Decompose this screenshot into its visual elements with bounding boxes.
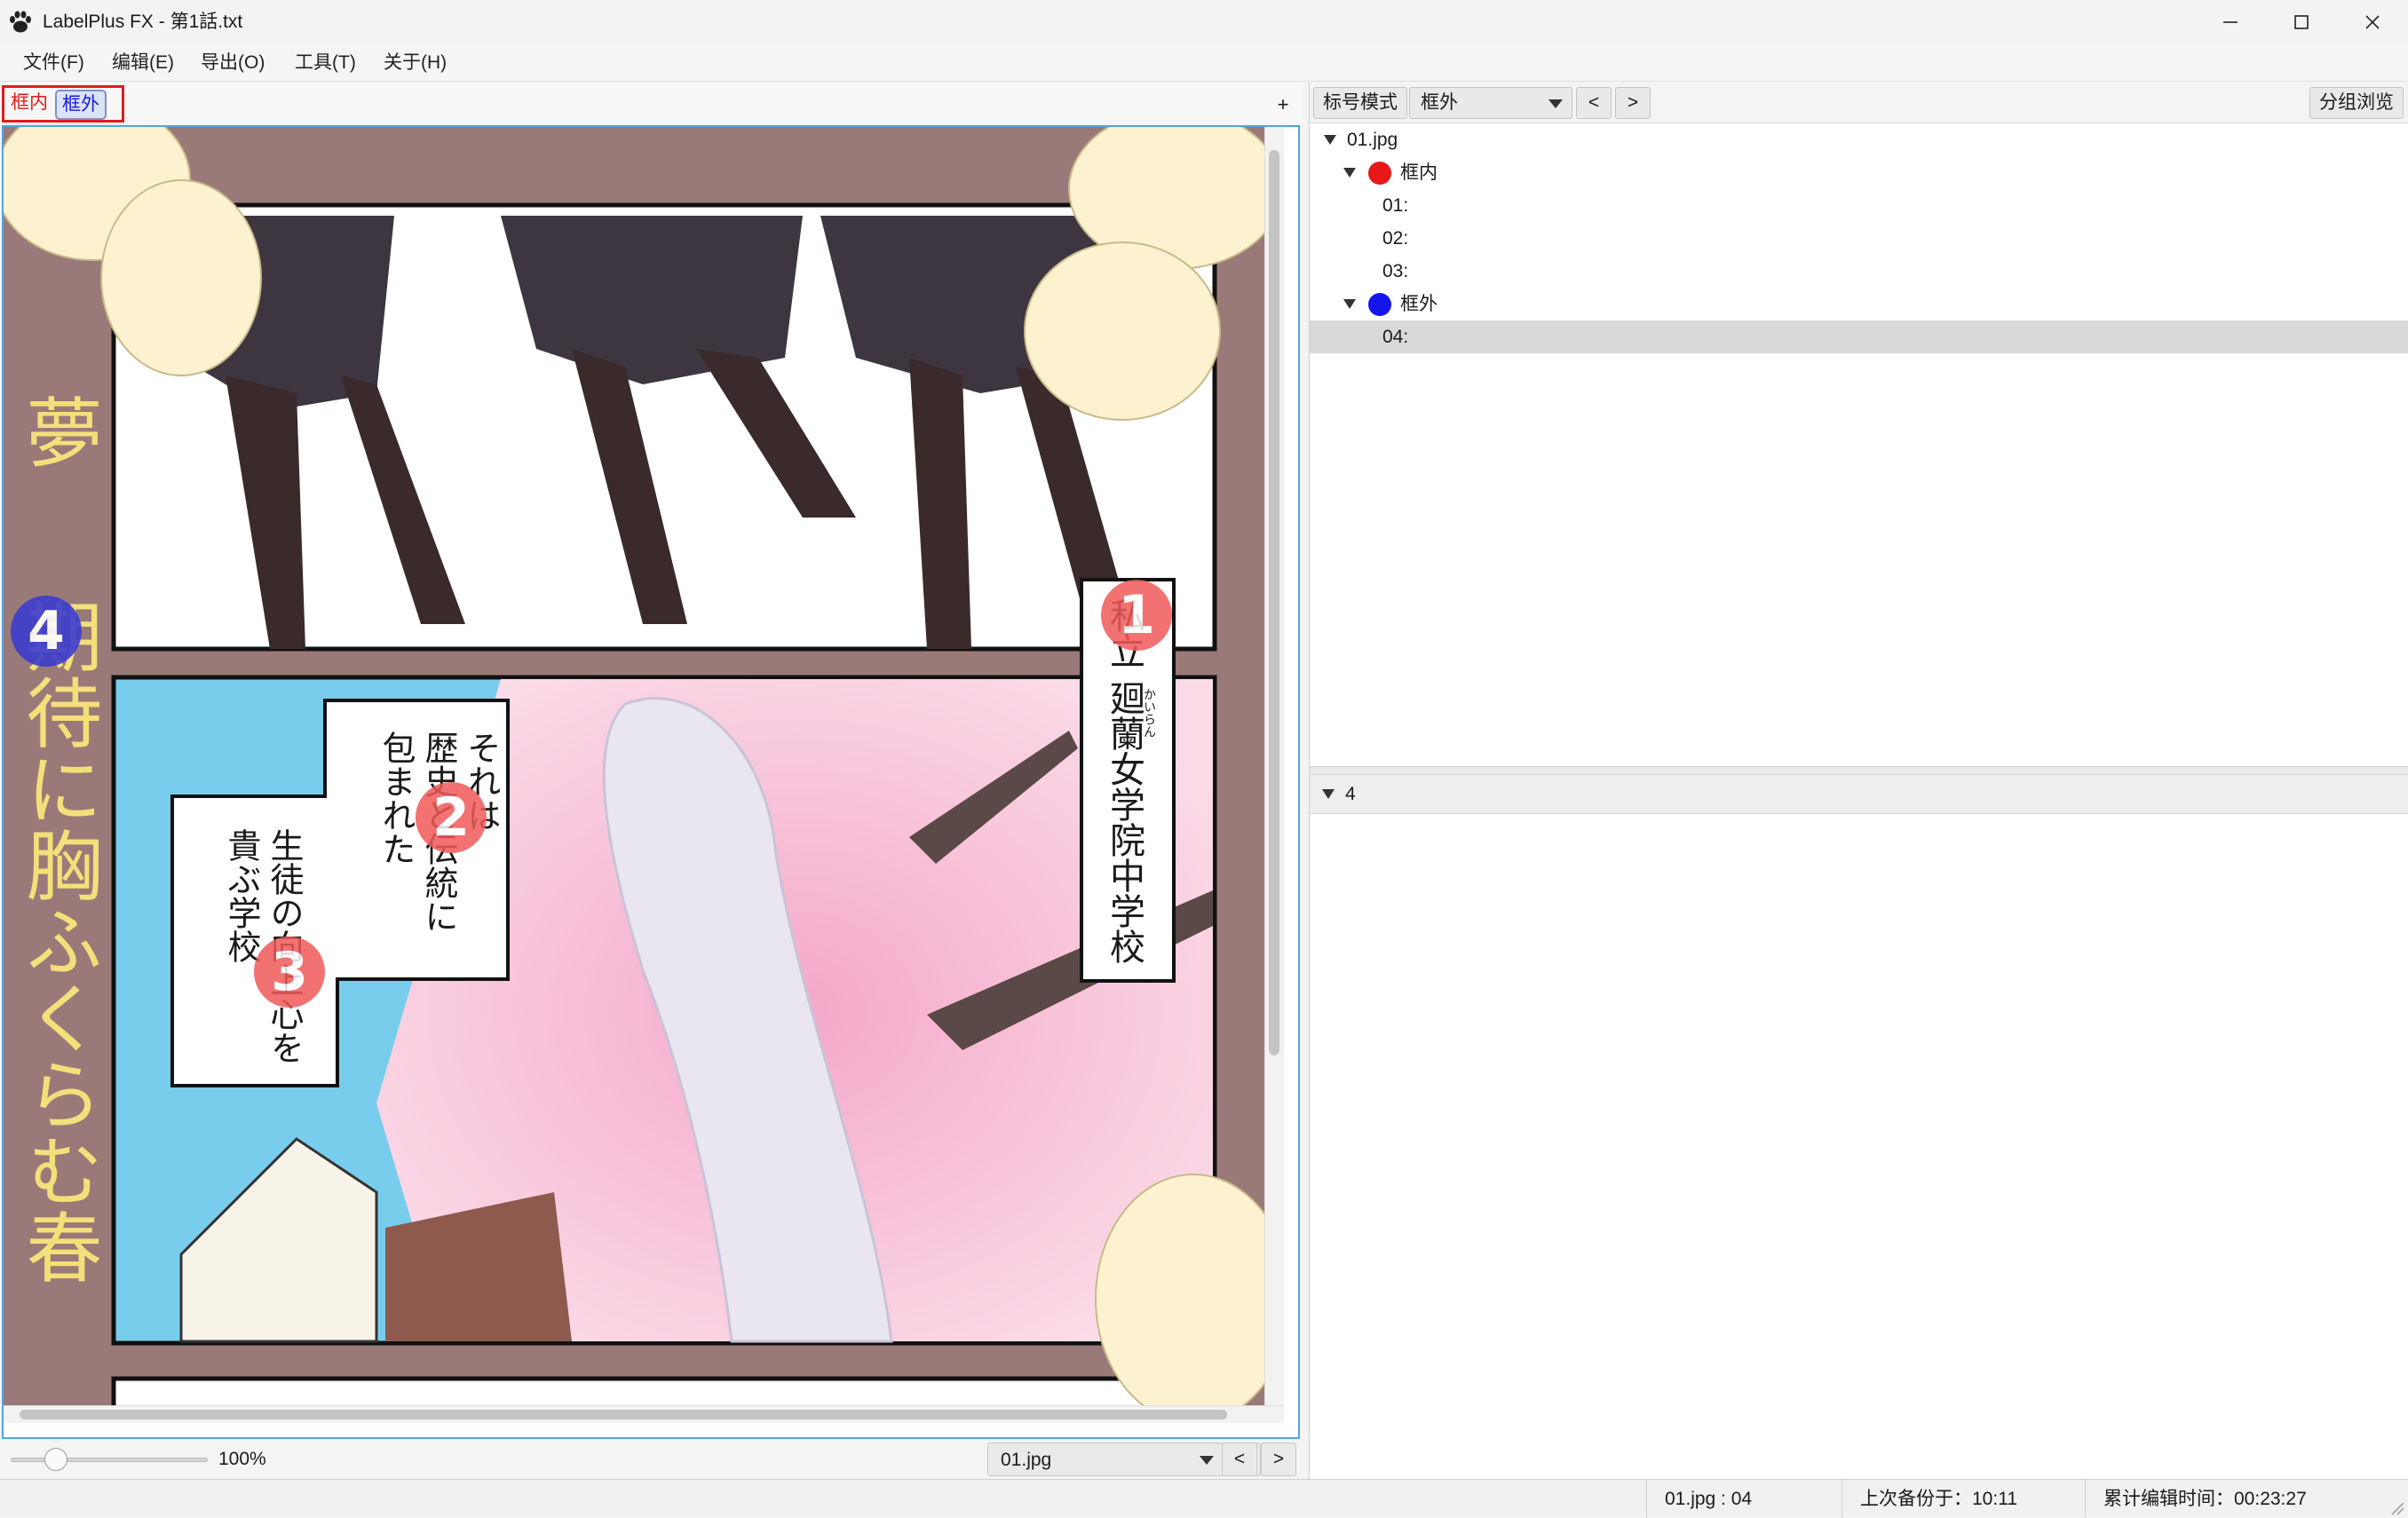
next-label-button[interactable]: > [1615,87,1651,119]
tree-node-label-01[interactable]: 01: [1310,189,2408,222]
side-title-top: 夢 [12,393,101,470]
manga-page [4,127,1284,1423]
maximize-button[interactable] [2266,0,2337,44]
split-divider[interactable] [1310,766,2408,775]
tree-node-file[interactable]: 01.jpg [1310,123,2408,156]
menu-tools[interactable]: 工具(T) [284,50,367,76]
caption-2-line-2: 歴史と伝統に [419,731,458,979]
label-marker-2[interactable]: 2 [416,782,487,853]
tree-node-label: 框内 [1400,162,1438,183]
file-select[interactable]: 01.jpg [987,1443,1261,1476]
vertical-scroll-thumb[interactable] [1269,150,1279,1055]
label-text-editor[interactable] [1310,814,2408,1479]
label-mode-button[interactable]: 标号模式 [1313,87,1407,119]
expand-triangle-icon[interactable] [1343,299,1356,309]
tree-node-label: 02: [1382,228,1409,249]
image-canvas[interactable]: 夢 期待に胸ふくらむ春 私立 廻蘭女学院中学校 かいらん それは 歴史と伝統に … [2,125,1300,1439]
expand-triangle-icon[interactable] [1324,135,1336,145]
group-select-value: 框外 [1421,92,1458,113]
caption-2: それは 歴史と伝統に 包まれた [350,731,501,979]
labels-toolbar: 标号模式 框外 < > 分组浏览 [1310,83,2408,123]
caption-2-line-1: それは [462,731,501,832]
menu-export[interactable]: 导出(O) [190,50,275,76]
close-button[interactable] [2337,0,2408,44]
editor-header-label: 4 [1345,784,1356,804]
group-select[interactable]: 框外 [1409,87,1572,119]
title-bar: LabelPlus FX - 第1話.txt [0,0,2408,44]
prev-file-button[interactable]: < [1222,1443,1257,1476]
zoom-bar: 100% 01.jpg < > [0,1439,1303,1479]
label-marker-4[interactable]: 4 [11,596,82,667]
group-color-dot-icon [1368,293,1391,316]
status-edit-time: 累计编辑时间：00:23:27 [2085,1480,2387,1518]
tree-node-group-inside[interactable]: 框内 [1310,156,2408,189]
tree-node-label-03[interactable]: 03: [1310,255,2408,288]
collapse-triangle-icon[interactable] [1322,789,1335,799]
menu-file[interactable]: 文件(F) [12,50,95,76]
menu-about[interactable]: 关于(H) [373,50,457,76]
label-tree: 01.jpg 框内 01: 02: 03: 框外 04: [1310,123,2408,851]
status-bar: 01.jpg : 04 上次备份于：10:11 累计编辑时间：00:23:27 [0,1479,2408,1518]
expand-triangle-icon[interactable] [1343,168,1356,178]
prev-label-button[interactable]: < [1576,87,1612,119]
status-backup: 上次备份于：10:11 [1842,1480,2085,1518]
caption-3-line-2: 貴ぶ学校 [222,828,261,963]
next-file-button[interactable]: > [1261,1443,1296,1476]
group-browse-button[interactable]: 分组浏览 [2309,87,2404,119]
tab-group-outside[interactable]: 框外 [55,90,107,120]
tree-node-label: 01.jpg [1347,130,1398,150]
tree-node-label-04[interactable]: 04: [1310,320,2408,353]
minimize-button[interactable] [2195,0,2266,44]
zoom-slider-thumb[interactable] [44,1448,67,1471]
tree-node-label: 01: [1382,195,1409,216]
menu-edit[interactable]: 编辑(E) [101,50,185,76]
caption-furigana: かいらん [1142,688,1156,738]
tree-node-label: 04: [1382,327,1409,347]
labels-pane: 标号模式 框外 < > 分组浏览 01.jpg 框内 01: 02: 03: 框… [1309,83,2408,1479]
group-color-dot-icon [1368,162,1391,185]
add-group-button[interactable]: + [1270,91,1296,118]
tree-node-label: 框外 [1400,294,1438,314]
minimize-icon [2223,21,2238,23]
tree-node-label-02[interactable]: 02: [1310,222,2408,255]
close-icon [2365,15,2380,29]
status-position: 01.jpg : 04 [1646,1480,1842,1518]
image-pane: 框内 框外 + 夢 期待に胸ふくらむ春 私立 廻蘭女学院中学校 かいらん それは… [0,83,1303,1479]
horizontal-scrollbar[interactable] [4,1405,1284,1423]
side-title-bottom: 期待に胸ふくらむ春 [14,597,99,1285]
resize-grip-icon[interactable] [2388,1499,2404,1515]
file-select-value: 01.jpg [1001,1450,1052,1470]
label-marker-1[interactable]: 1 [1101,580,1172,651]
window-title: LabelPlus FX - 第1話.txt [43,12,243,32]
horizontal-scroll-thumb[interactable] [20,1410,1227,1419]
tree-node-label: 03: [1382,261,1409,281]
tree-node-group-outside[interactable]: 框外 [1310,288,2408,320]
paw-icon [10,11,31,33]
label-marker-3[interactable]: 3 [254,937,325,1008]
editor-header[interactable]: 4 [1310,775,2408,814]
vertical-scrollbar[interactable] [1264,127,1284,1405]
group-tabs-bar: 框内 框外 + [0,83,1303,125]
chevron-down-icon [1200,1456,1214,1465]
zoom-label: 100% [218,1449,266,1469]
chevron-down-icon [1549,99,1563,108]
caption-school: 私立 廻蘭女学院中学校 [1104,597,1145,964]
menu-bar: 文件(F) 编辑(E) 导出(O) 工具(T) 关于(H) [0,44,2408,82]
zoom-slider[interactable] [11,1458,208,1462]
caption-2-line-3: 包まれた [376,731,416,866]
tab-group-inside[interactable]: 框内 [5,90,53,120]
maximize-icon [2294,15,2309,29]
